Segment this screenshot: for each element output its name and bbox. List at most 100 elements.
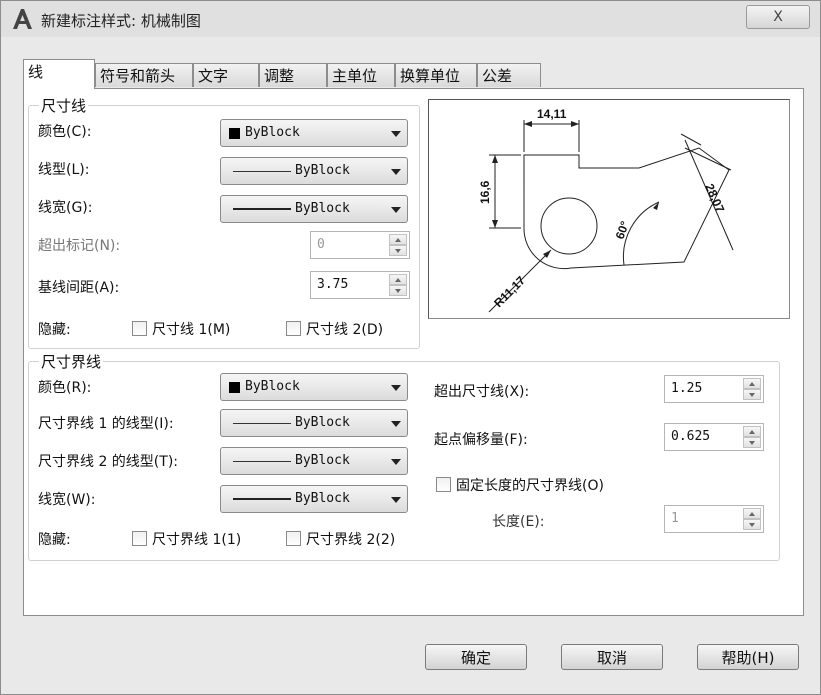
tab-fit[interactable]: 调整 <box>259 63 327 87</box>
baseline-spacing-input[interactable]: 3.75 <box>310 271 410 299</box>
tab-label: 公差 <box>482 67 513 85</box>
dim-suppress-label: 隐藏: <box>38 322 71 338</box>
ext-lineweight-select[interactable]: ByBlock <box>220 485 408 513</box>
tab-symbols-arrows[interactable]: 符号和箭头 <box>95 63 193 87</box>
spin-up-icon[interactable] <box>743 378 761 389</box>
extend-beyond-ticks-label: 超出标记(N): <box>38 238 121 254</box>
spin-down-icon[interactable] <box>389 245 407 256</box>
autocad-logo-icon <box>13 9 32 29</box>
input-value: 0.625 <box>671 429 711 444</box>
tab-tolerances[interactable]: 公差 <box>477 63 541 87</box>
tab-label: 线 <box>28 63 44 81</box>
ext-linetype1-label: 尺寸界线 1 的线型(I): <box>38 416 174 432</box>
dim-lineweight-label: 线宽(G): <box>38 200 93 216</box>
suppress-dim-line-2-label: 尺寸线 2(D) <box>306 322 384 338</box>
button-label: 确定 <box>460 649 491 667</box>
dim-text-angle: 60° <box>613 219 632 241</box>
suppress-dim-line-1-label: 尺寸线 1(M) <box>152 322 231 338</box>
color-swatch <box>229 382 240 393</box>
ext-lineweight-label: 线宽(W): <box>38 492 96 508</box>
spin-down-icon[interactable] <box>389 285 407 296</box>
tab-text[interactable]: 文字 <box>193 63 259 87</box>
length-input[interactable]: 1 <box>664 505 764 533</box>
input-value: 1.25 <box>671 381 703 396</box>
spinner <box>389 234 407 256</box>
title-bar: 新建标注样式: 机械制图 X <box>1 1 820 37</box>
color-swatch <box>229 128 240 139</box>
chevron-down-icon <box>391 131 401 137</box>
button-label: 取消 <box>596 649 627 667</box>
fixed-length-checkbox[interactable] <box>436 477 451 492</box>
window-title: 新建标注样式: 机械制图 <box>41 12 201 30</box>
close-button[interactable]: X <box>746 5 810 29</box>
suppress-ext-line-2-label: 尺寸界线 2(2) <box>306 532 396 548</box>
chevron-down-icon <box>391 459 401 465</box>
suppress-dim-line-2-checkbox[interactable] <box>286 321 301 336</box>
select-value: ByBlock <box>245 379 300 394</box>
origin-offset-input[interactable]: 0.625 <box>664 423 764 451</box>
dim-text-slanted: 28,07 <box>702 182 727 215</box>
dim-color-select[interactable]: ByBlock <box>220 119 408 147</box>
select-value: ByBlock <box>295 453 350 468</box>
ext-linetype1-select[interactable]: ByBlock <box>220 409 408 437</box>
select-value: ByBlock <box>295 491 350 506</box>
extend-beyond-ticks-input[interactable]: 0 <box>310 231 410 259</box>
ext-linetype2-select[interactable]: ByBlock <box>220 447 408 475</box>
tab-alternate-units[interactable]: 换算单位 <box>395 63 477 87</box>
length-label: 长度(E): <box>492 514 545 530</box>
tab-panel-lines: 尺寸线 颜色(C): ByBlock 线型(L): ByBlock 线宽(G):… <box>23 88 804 616</box>
input-value: 1 <box>671 511 679 526</box>
ext-color-select[interactable]: ByBlock <box>220 373 408 401</box>
origin-offset-label: 起点偏移量(F): <box>434 432 528 448</box>
linetype-sample <box>233 423 291 424</box>
linetype-sample <box>233 461 291 462</box>
spin-up-icon[interactable] <box>743 426 761 437</box>
ok-button[interactable]: 确定 <box>425 644 527 670</box>
dialog-client: 线 符号和箭头 文字 调整 主单位 换算单位 公差 尺寸线 颜色(C): ByB… <box>13 37 808 637</box>
spin-up-icon[interactable] <box>743 508 761 519</box>
lineweight-sample <box>233 208 291 210</box>
fixed-length-label: 固定长度的尺寸界线(O) <box>456 478 604 494</box>
spin-down-icon[interactable] <box>743 437 761 448</box>
spinner <box>743 508 761 530</box>
tab-primary-units[interactable]: 主单位 <box>327 63 395 87</box>
dim-linetype-select[interactable]: ByBlock <box>220 157 408 185</box>
ext-suppress-label: 隐藏: <box>38 532 71 548</box>
spin-up-icon[interactable] <box>389 234 407 245</box>
spin-up-icon[interactable] <box>389 274 407 285</box>
chevron-down-icon <box>391 421 401 427</box>
spinner <box>389 274 407 296</box>
dim-text-top: 14,11 <box>537 107 567 121</box>
preview-drawing: 14,11 16,6 28,07 60° R11,17 <box>478 107 734 313</box>
dialog-window: 新建标注样式: 机械制图 X 线 符号和箭头 文字 调整 主单位 换算单位 公差… <box>0 0 821 695</box>
group-title: 尺寸界线 <box>39 351 104 372</box>
select-value: ByBlock <box>295 201 350 216</box>
tab-label: 符号和箭头 <box>100 67 176 85</box>
group-title: 尺寸线 <box>39 95 89 116</box>
suppress-dim-line-1-checkbox[interactable] <box>132 321 147 336</box>
extend-beyond-dim-input[interactable]: 1.25 <box>664 375 764 403</box>
dimension-preview: 14,11 16,6 28,07 60° R11,17 <box>428 99 790 319</box>
extend-beyond-dim-label: 超出尺寸线(X): <box>434 384 530 400</box>
cancel-button[interactable]: 取消 <box>561 644 663 670</box>
ext-color-label: 颜色(R): <box>38 380 92 396</box>
tab-label: 调整 <box>264 67 295 85</box>
select-value: ByBlock <box>245 125 300 140</box>
suppress-ext-line-1-checkbox[interactable] <box>132 531 147 546</box>
tab-label: 换算单位 <box>400 67 461 85</box>
help-button[interactable]: 帮助(H) <box>697 644 799 670</box>
tab-label: 文字 <box>198 67 229 85</box>
input-value: 0 <box>317 237 325 252</box>
dim-linetype-label: 线型(L): <box>38 162 90 178</box>
input-value: 3.75 <box>317 277 349 292</box>
ext-linetype2-label: 尺寸界线 2 的线型(T): <box>38 454 178 470</box>
spinner <box>743 426 761 448</box>
button-label: 帮助(H) <box>721 649 775 667</box>
dim-lineweight-select[interactable]: ByBlock <box>220 195 408 223</box>
tab-lines[interactable]: 线 <box>23 59 95 89</box>
chevron-down-icon <box>391 207 401 213</box>
suppress-ext-line-2-checkbox[interactable] <box>286 531 301 546</box>
spin-down-icon[interactable] <box>743 389 761 400</box>
spin-down-icon[interactable] <box>743 519 761 530</box>
select-value: ByBlock <box>295 163 350 178</box>
